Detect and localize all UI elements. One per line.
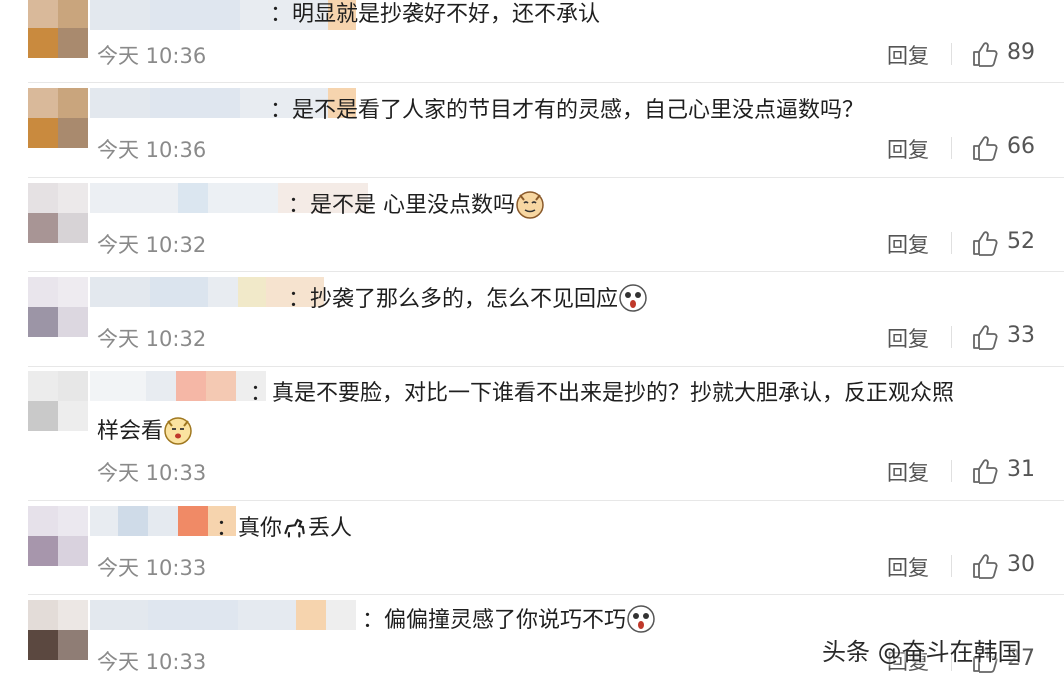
thumbs-up-icon[interactable] bbox=[971, 323, 999, 351]
comment-item: ：是不是 心里没点数吗 今天 10:32 回复 52 bbox=[0, 183, 1064, 271]
divider bbox=[28, 271, 1064, 272]
comment-item: ：是不是看了人家的节目才有的灵感，自己心里没点逼数吗？ 今天 10:36 回复 … bbox=[0, 88, 1064, 176]
like-count: 33 bbox=[1007, 323, 1035, 348]
comment-text: ：真你 丢人 bbox=[216, 512, 352, 546]
reply-button[interactable]: 回复 bbox=[887, 229, 929, 259]
watermark: 头条 @奋斗在韩国 bbox=[822, 638, 1022, 666]
emoji-icon bbox=[164, 417, 192, 445]
comment-item: ：抄袭了那么多的，怎么不见回应 今天 10:32 回复 33 bbox=[0, 277, 1064, 365]
thumbs-up-icon[interactable] bbox=[971, 457, 999, 485]
like-count: 66 bbox=[1007, 134, 1035, 159]
comment-item: ：明显就是抄袭好不好，还不承认 今天 10:36 回复 89 bbox=[0, 0, 1064, 84]
avatar[interactable] bbox=[28, 0, 88, 58]
comment-text: ：偏偏撞灵感了你说巧不巧 bbox=[362, 604, 656, 638]
comment-time: 今天 10:36 bbox=[97, 138, 207, 162]
action-divider bbox=[951, 326, 952, 348]
action-divider bbox=[951, 43, 952, 65]
like-count: 89 bbox=[1007, 40, 1035, 65]
divider bbox=[28, 366, 1064, 367]
avatar[interactable] bbox=[28, 277, 88, 337]
divider bbox=[28, 82, 1064, 83]
reply-button[interactable]: 回复 bbox=[887, 552, 929, 582]
comment-item: ：真你 丢人 今天 10:33 回复 30 bbox=[0, 506, 1064, 594]
thumbs-up-icon[interactable] bbox=[971, 40, 999, 68]
avatar[interactable] bbox=[28, 371, 88, 431]
comment-text: ：真是不要脸，对比一下谁看不出来是抄的？抄就大胆承认，反正观众照 bbox=[250, 381, 955, 406]
comment-time: 今天 10:33 bbox=[97, 556, 207, 580]
comment-time: 今天 10:32 bbox=[97, 233, 207, 257]
horse-emoji-icon bbox=[284, 518, 305, 538]
comment-text: ：是不是看了人家的节目才有的灵感，自己心里没点逼数吗？ bbox=[270, 98, 865, 123]
emoji-icon bbox=[619, 284, 647, 312]
comment-text-content: 丢人 bbox=[308, 516, 353, 541]
comment-text: ：明显就是抄袭好不好，还不承认 bbox=[270, 2, 601, 27]
reply-button[interactable]: 回复 bbox=[887, 40, 929, 70]
like-count: 31 bbox=[1007, 457, 1035, 482]
emoji-icon bbox=[516, 191, 544, 219]
comment-text-content: 样会看 bbox=[97, 419, 164, 444]
comment-text: 样会看 bbox=[97, 415, 193, 449]
reply-button[interactable]: 回复 bbox=[887, 323, 929, 353]
divider bbox=[28, 594, 1064, 595]
comment-item: ：真是不要脸，对比一下谁看不出来是抄的？抄就大胆承认，反正观众照 样会看 今天 … bbox=[0, 371, 1064, 499]
divider bbox=[28, 500, 1064, 501]
comment-time: 今天 10:36 bbox=[97, 44, 207, 68]
comment-time: 今天 10:33 bbox=[97, 461, 207, 485]
username-blurred[interactable] bbox=[90, 506, 236, 536]
avatar[interactable] bbox=[28, 183, 88, 243]
divider bbox=[28, 177, 1064, 178]
comment-text: ：抄袭了那么多的，怎么不见回应 bbox=[288, 283, 648, 317]
thumbs-up-icon[interactable] bbox=[971, 552, 999, 580]
avatar[interactable] bbox=[28, 506, 88, 566]
emoji-icon bbox=[627, 605, 655, 633]
comment-text-content: ：偏偏撞灵感了你说巧不巧 bbox=[362, 608, 627, 633]
like-count: 30 bbox=[1007, 552, 1035, 577]
action-divider bbox=[951, 232, 952, 254]
avatar[interactable] bbox=[28, 88, 88, 148]
comment-time: 今天 10:33 bbox=[97, 650, 207, 674]
avatar[interactable] bbox=[28, 600, 88, 660]
like-count: 52 bbox=[1007, 229, 1035, 254]
action-divider bbox=[951, 555, 952, 577]
comment-text-content: ：真你 bbox=[216, 516, 283, 541]
action-divider bbox=[951, 137, 952, 159]
comment-text: ：是不是 心里没点数吗 bbox=[288, 189, 545, 223]
reply-button[interactable]: 回复 bbox=[887, 457, 929, 487]
comment-text-content: ：是不是 心里没点数吗 bbox=[288, 193, 515, 218]
action-divider bbox=[951, 460, 952, 482]
username-blurred[interactable] bbox=[90, 371, 266, 401]
comment-time: 今天 10:32 bbox=[97, 327, 207, 351]
comment-text-content: ：抄袭了那么多的，怎么不见回应 bbox=[288, 287, 619, 312]
reply-button[interactable]: 回复 bbox=[887, 134, 929, 164]
thumbs-up-icon[interactable] bbox=[971, 229, 999, 257]
thumbs-up-icon[interactable] bbox=[971, 134, 999, 162]
username-blurred[interactable] bbox=[90, 600, 356, 630]
